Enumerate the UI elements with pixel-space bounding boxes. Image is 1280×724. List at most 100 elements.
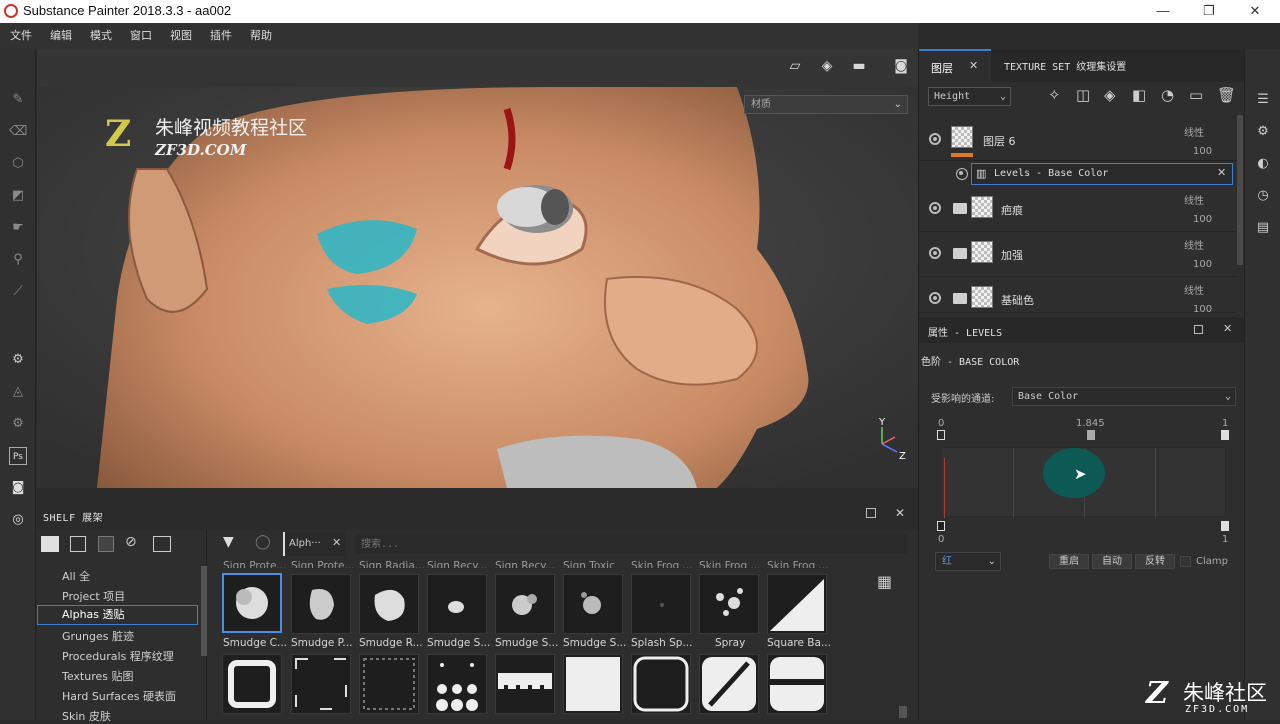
- add-folder-icon[interactable]: ▭: [1189, 86, 1203, 104]
- alpha-thumb-square-split[interactable]: [767, 654, 827, 714]
- menu-window[interactable]: 窗口: [120, 23, 160, 49]
- visibility-icon[interactable]: [929, 247, 941, 259]
- remove-filter-icon[interactable]: ✕: [332, 536, 341, 549]
- category-skin[interactable]: Skin 皮肤: [62, 708, 111, 724]
- category-all[interactable]: All 全: [62, 568, 90, 584]
- visibility-icon[interactable]: [929, 292, 941, 304]
- blend-mode[interactable]: 线性: [1184, 282, 1204, 297]
- items-scrollbar[interactable]: [899, 706, 907, 718]
- alpha-thumb-smudge-p[interactable]: [291, 574, 351, 634]
- screenshot-icon[interactable]: ◙: [890, 58, 912, 76]
- hide-icon[interactable]: ⊘: [125, 534, 137, 550]
- layer-row[interactable]: 图层 6 线性 100: [919, 116, 1237, 161]
- visibility-icon[interactable]: [929, 202, 941, 214]
- tab-texture-set[interactable]: TEXTURE SET 纹理集设置: [1004, 58, 1126, 73]
- log-icon[interactable]: ▤: [1255, 220, 1271, 236]
- folder-icon[interactable]: [41, 536, 59, 552]
- menu-edit[interactable]: 编辑: [40, 23, 80, 49]
- menu-file[interactable]: 文件: [0, 23, 40, 49]
- alpha-thumb-smudge-c[interactable]: [222, 573, 282, 633]
- cube-view-icon[interactable]: ◈: [816, 58, 838, 76]
- alpha-thumb-square-dotted[interactable]: [359, 654, 419, 714]
- alpha-thumb-square-fill[interactable]: [563, 654, 623, 714]
- category-alphas[interactable]: Alphas 透贴: [37, 605, 198, 625]
- import-icon[interactable]: [153, 536, 171, 552]
- maximize-button[interactable]: ❐: [1186, 0, 1232, 23]
- alpha-thumb-square-frame[interactable]: [222, 654, 282, 714]
- add-fill-layer-icon[interactable]: ◧: [1132, 86, 1146, 104]
- reset-button[interactable]: 重启: [1049, 554, 1089, 569]
- visibility-icon[interactable]: [929, 133, 941, 145]
- output-white-handle[interactable]: [1221, 521, 1229, 531]
- alpha-thumb-square-lines[interactable]: [495, 654, 555, 714]
- blend-mode[interactable]: 线性: [1184, 124, 1204, 139]
- magic-wand-icon[interactable]: ✧: [1048, 86, 1061, 104]
- bake-icon[interactable]: ⚙: [9, 351, 27, 369]
- channel-select[interactable]: Height ⌄: [928, 87, 1011, 106]
- add-mask-icon[interactable]: ◫: [1076, 86, 1090, 104]
- category-scrollbar[interactable]: [201, 566, 207, 656]
- close-icon[interactable]: ✕: [895, 506, 905, 520]
- layer-opacity[interactable]: 100: [1193, 214, 1212, 225]
- input-black-handle[interactable]: [937, 430, 945, 440]
- add-layer-icon[interactable]: ◈: [1104, 86, 1116, 104]
- menu-view[interactable]: 视图: [160, 23, 200, 49]
- invert-button[interactable]: 反转: [1135, 554, 1175, 569]
- settings-icon[interactable]: ⚙: [9, 415, 27, 433]
- alpha-thumb-smudge-r[interactable]: [359, 574, 419, 634]
- auto-button[interactable]: 自动: [1092, 554, 1132, 569]
- layers-scrollbar[interactable]: [1237, 115, 1243, 265]
- menu-plugins[interactable]: 插件: [200, 23, 240, 49]
- alpha-thumb-square-round[interactable]: [631, 654, 691, 714]
- filter-icon[interactable]: ▼: [223, 534, 234, 550]
- input-gamma-handle[interactable]: [1087, 430, 1095, 440]
- 3d-viewport[interactable]: 朱峰视频教程社区 ZF3D.COM Z Y Z ▱ ◈ ▬ ◙ 材质 ⌄: [37, 49, 918, 488]
- layer-opacity[interactable]: 100: [1193, 304, 1212, 312]
- levels-histogram[interactable]: ➤: [941, 447, 1226, 518]
- category-grunges[interactable]: Grunges 脏迹: [62, 628, 134, 644]
- close-icon[interactable]: ✕: [1223, 322, 1232, 335]
- photoshop-icon[interactable]: Ps: [9, 447, 27, 465]
- blend-mode[interactable]: 线性: [1184, 237, 1204, 252]
- new-folder-icon[interactable]: [70, 536, 86, 552]
- plugin-icon[interactable]: ◎: [9, 511, 27, 529]
- category-procedurals[interactable]: Procedurals 程序纹理: [62, 648, 174, 664]
- history-icon[interactable]: ◷: [1255, 188, 1271, 204]
- category-hard-surfaces[interactable]: Hard Surfaces 硬表面: [62, 688, 176, 704]
- display-settings-icon[interactable]: ◐: [1255, 156, 1271, 172]
- paint-brush-icon[interactable]: ✎: [9, 91, 27, 109]
- bell-icon[interactable]: ◬: [9, 383, 27, 401]
- minimize-button[interactable]: —: [1140, 0, 1186, 23]
- layers-panel-icon[interactable]: ☰: [1255, 92, 1271, 108]
- alpha-thumb-square-ba[interactable]: [767, 574, 827, 634]
- layer-row[interactable]: 疤痕 线性 100: [919, 187, 1237, 232]
- float-icon[interactable]: [1194, 325, 1203, 334]
- remove-effect-icon[interactable]: ✕: [1217, 166, 1226, 179]
- alpha-thumb-smudge-s3[interactable]: [563, 574, 623, 634]
- input-white-handle[interactable]: [1221, 430, 1229, 440]
- add-filter-icon[interactable]: ◔: [1161, 86, 1174, 104]
- delete-layer-icon[interactable]: 🗑: [1217, 86, 1236, 104]
- camera-export-icon[interactable]: ◙: [9, 479, 27, 497]
- alpha-thumb-smudge-s2[interactable]: [495, 574, 555, 634]
- save-icon[interactable]: [98, 536, 114, 552]
- texture-set-icon[interactable]: ⚙: [1255, 124, 1271, 140]
- layer-row[interactable]: 基础色 线性 100: [919, 277, 1237, 313]
- float-icon[interactable]: [866, 508, 876, 518]
- alpha-thumb-square-diagonal[interactable]: [699, 654, 759, 714]
- alpha-thumb-splash[interactable]: [631, 574, 691, 634]
- category-textures[interactable]: Textures 贴图: [62, 668, 134, 684]
- camera-icon[interactable]: ▬: [848, 58, 870, 76]
- clone-icon[interactable]: ⚲: [9, 251, 27, 269]
- layer-opacity[interactable]: 100: [1193, 146, 1212, 157]
- effect-row-levels[interactable]: ▥ Levels - Base Color ✕: [956, 163, 1233, 185]
- alpha-thumb-spray[interactable]: [699, 574, 759, 634]
- menu-help[interactable]: 帮助: [240, 23, 280, 49]
- alpha-thumb-square-dots[interactable]: [427, 654, 487, 714]
- grid-view-icon[interactable]: ▦: [877, 572, 892, 591]
- blend-mode[interactable]: 线性: [1184, 192, 1204, 207]
- refresh-icon[interactable]: ◯: [255, 534, 271, 550]
- close-button[interactable]: ✕: [1232, 0, 1278, 23]
- close-tab-icon[interactable]: ✕: [969, 59, 978, 72]
- tab-layers[interactable]: 图层 ✕: [919, 49, 991, 82]
